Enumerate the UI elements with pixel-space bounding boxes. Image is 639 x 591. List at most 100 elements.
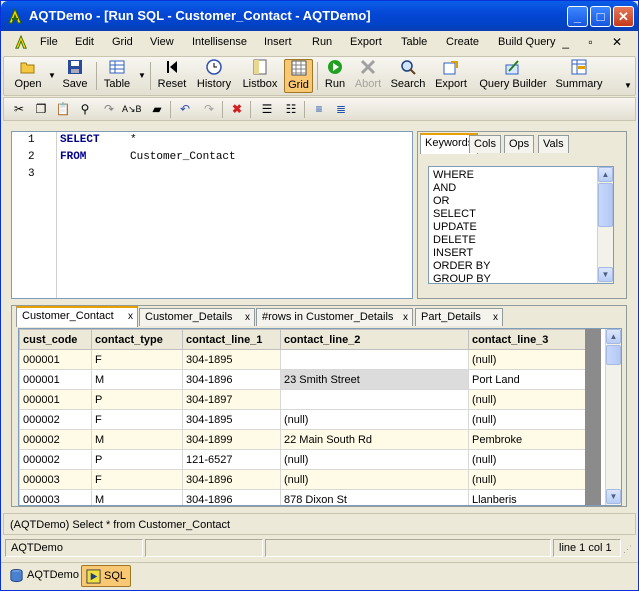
table-cell[interactable]: (null)	[468, 409, 586, 430]
window-tab-aqtdemo[interactable]: AQTDemo	[5, 565, 83, 587]
keyword-item[interactable]: SELECT	[433, 208, 476, 220]
keyword-item[interactable]: DELETE	[433, 234, 476, 246]
align-left-icon[interactable]: ≡	[310, 101, 328, 118]
table-cell[interactable]: 000002	[19, 449, 92, 470]
table-cell[interactable]	[280, 389, 469, 410]
toolbar-overflow-icon[interactable]: ▼	[624, 81, 632, 90]
close-tab-icon[interactable]: x	[403, 312, 408, 323]
delete-x-icon[interactable]: ✖	[228, 101, 246, 118]
tab-customer-details[interactable]: Customer_Details x	[139, 308, 255, 326]
minimize-button[interactable]: _	[567, 6, 588, 27]
table-cell[interactable]: 23 Smith Street	[280, 369, 469, 390]
keyword-item[interactable]: ORDER BY	[433, 260, 490, 272]
table-cell[interactable]: (null)	[468, 449, 586, 470]
table-cell[interactable]: (null)	[280, 449, 469, 470]
export-button[interactable]: Export	[432, 59, 470, 93]
table-cell[interactable]: 304-1895	[182, 409, 281, 430]
keyword-item[interactable]: INSERT	[433, 247, 473, 259]
table-cell[interactable]: (null)	[468, 349, 586, 370]
format-icon[interactable]: ≣	[332, 101, 350, 118]
close-tab-icon[interactable]: x	[128, 311, 133, 322]
grid-button[interactable]: Grid	[284, 59, 313, 93]
column-header[interactable]: contact_line_2	[280, 329, 469, 350]
table-cell[interactable]: 304-1896	[182, 369, 281, 390]
table-cell[interactable]: (null)	[468, 389, 586, 410]
table-row[interactable]: 000002 M 304-1899 22 Main South Rd Pembr…	[19, 429, 586, 450]
editor-line[interactable]: 2 FROM Customer_Contact	[12, 151, 412, 167]
app-menu-icon[interactable]	[14, 35, 28, 49]
sql-editor[interactable]: 1 SELECT * 2 FROM Customer_Contact 3	[11, 131, 413, 299]
undo-icon[interactable]: ↶	[176, 101, 194, 118]
table-cell[interactable]: 304-1896	[182, 489, 281, 505]
abort-button[interactable]: Abort	[352, 59, 384, 93]
menu-create[interactable]: Create	[446, 36, 479, 48]
close-button[interactable]: ✕	[613, 6, 634, 27]
listbox-button[interactable]: Listbox	[239, 59, 281, 93]
open-dropdown-icon[interactable]: ▼	[48, 71, 56, 80]
table-cell[interactable]: (null)	[280, 469, 469, 490]
menu-grid[interactable]: Grid	[112, 36, 133, 48]
keyword-item[interactable]: UPDATE	[433, 221, 477, 233]
table-cell[interactable]: 000001	[19, 349, 92, 370]
table-button[interactable]: Table	[100, 59, 134, 93]
scroll-down-icon[interactable]: ▼	[606, 489, 621, 504]
menu-build-query[interactable]: Build Query	[498, 36, 555, 48]
tab-customer-contact[interactable]: Customer_Contact x	[16, 306, 138, 327]
table-cell[interactable]: 304-1896	[182, 469, 281, 490]
table-row[interactable]: 000003 M 304-1896 878 Dixon St Llanberis	[19, 489, 586, 505]
menu-table[interactable]: Table	[401, 36, 427, 48]
open-button[interactable]: Open	[10, 59, 46, 93]
table-cell[interactable]: F	[91, 469, 183, 490]
table-row[interactable]: 000002 F 304-1895 (null) (null)	[19, 409, 586, 430]
indent-icon[interactable]: ☰	[258, 101, 276, 118]
table-row[interactable]: 000001 M 304-1896 23 Smith Street Port L…	[19, 369, 586, 390]
menu-export[interactable]: Export	[350, 36, 382, 48]
title-bar[interactable]: AQTDemo - [Run SQL - Customer_Contact - …	[1, 1, 638, 31]
editor-line[interactable]: 3	[12, 168, 412, 184]
column-header[interactable]: contact_line_3	[468, 329, 586, 350]
table-row[interactable]: 000001 F 304-1895 (null)	[19, 349, 586, 370]
table-cell[interactable]: 878 Dixon St	[280, 489, 469, 505]
column-header[interactable]: cust_code	[19, 329, 92, 350]
keyword-list-scrollbar[interactable]: ▲ ▼	[597, 167, 613, 283]
table-cell[interactable]: 000002	[19, 429, 92, 450]
table-row[interactable]: 000002 P 121-6527 (null) (null)	[19, 449, 586, 470]
eraser-icon[interactable]: ▰	[148, 101, 166, 118]
scroll-down-icon[interactable]: ▼	[598, 267, 613, 282]
table-cell[interactable]: (null)	[468, 469, 586, 490]
tab-ops[interactable]: Ops	[504, 135, 535, 153]
tab-part-details[interactable]: Part_Details x	[415, 308, 503, 326]
scroll-up-icon[interactable]: ▲	[598, 167, 613, 182]
menu-view[interactable]: View	[150, 36, 174, 48]
table-cell[interactable]: M	[91, 369, 183, 390]
history-button[interactable]: History	[194, 59, 234, 93]
table-cell[interactable]: 000003	[19, 489, 92, 505]
table-row[interactable]: 000003 F 304-1896 (null) (null)	[19, 469, 586, 490]
editor-line[interactable]: 1 SELECT *	[12, 134, 412, 150]
table-cell[interactable]: Pembroke	[468, 429, 586, 450]
menu-run[interactable]: Run	[312, 36, 332, 48]
tab-rows-in-customer-details[interactable]: #rows in Customer_Details x	[256, 308, 413, 326]
menu-edit[interactable]: Edit	[75, 36, 94, 48]
table-cell[interactable]: 304-1895	[182, 349, 281, 370]
table-cell[interactable]: M	[91, 429, 183, 450]
paste-icon[interactable]: 📋	[54, 101, 72, 118]
menu-file[interactable]: File	[40, 36, 58, 48]
keyword-item[interactable]: AND	[433, 182, 456, 194]
keyword-list[interactable]: WHERE AND OR SELECT UPDATE DELETE INSERT…	[428, 166, 614, 285]
close-tab-icon[interactable]: x	[245, 312, 250, 323]
results-grid[interactable]: cust_code contact_type contact_line_1 co…	[18, 328, 622, 506]
scroll-thumb[interactable]	[606, 345, 621, 365]
table-cell[interactable]: 304-1897	[182, 389, 281, 410]
table-cell[interactable]: M	[91, 489, 183, 505]
column-header[interactable]: contact_line_1	[182, 329, 281, 350]
column-header[interactable]: contact_type	[91, 329, 183, 350]
table-cell[interactable]: P	[91, 389, 183, 410]
table-cell[interactable]: F	[91, 349, 183, 370]
table-dropdown-icon[interactable]: ▼	[138, 71, 146, 80]
outdent-icon[interactable]: ☷	[282, 101, 300, 118]
table-cell[interactable]: 121-6527	[182, 449, 281, 470]
table-row[interactable]: 000001 P 304-1897 (null)	[19, 389, 586, 410]
table-cell[interactable]: P	[91, 449, 183, 470]
find-next-icon[interactable]: ↷	[100, 101, 118, 118]
